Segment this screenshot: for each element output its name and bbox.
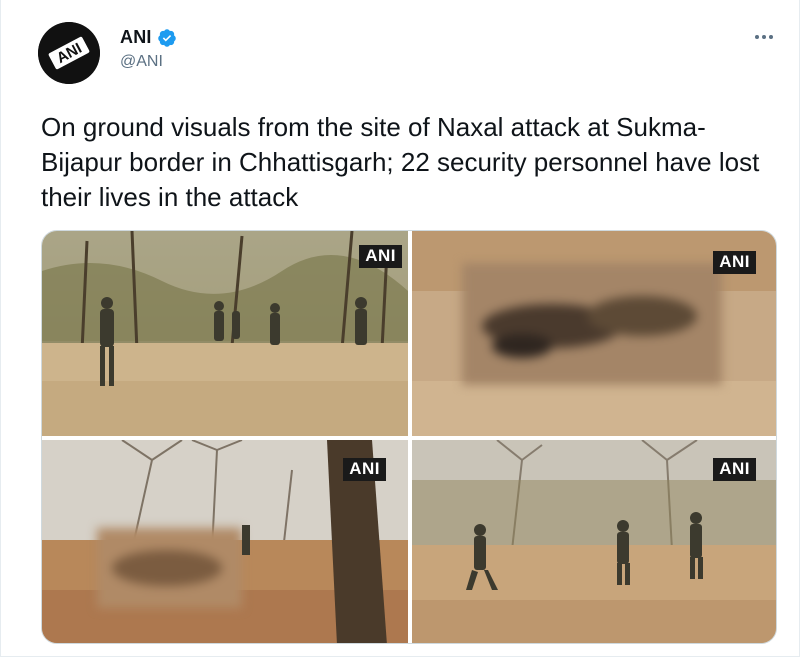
verified-badge-icon [157, 28, 177, 48]
forest-patrol-image [42, 231, 408, 436]
ani-watermark: ANI [713, 251, 756, 274]
media-grid: ANI ANI ANI ANI [41, 230, 777, 644]
ani-watermark: ANI [343, 458, 386, 481]
tweet-text: On ground visuals from the site of Naxal… [41, 112, 760, 212]
ani-logo-icon: ANI [38, 22, 100, 84]
photo-3[interactable]: ANI [42, 440, 408, 643]
tweet-card: ANI ANI @ANI On ground visuals from the … [0, 0, 800, 657]
avatar[interactable]: ANI [38, 22, 100, 84]
ani-watermark: ANI [713, 458, 756, 481]
photo-1[interactable]: ANI [42, 231, 408, 436]
ani-watermark: ANI [359, 245, 402, 268]
photo-4[interactable]: ANI [412, 440, 776, 643]
author-name-row: ANI [120, 27, 177, 48]
handle[interactable]: @ANI [120, 53, 163, 71]
display-name[interactable]: ANI [120, 27, 152, 48]
more-options-icon[interactable] [751, 24, 777, 50]
photo-2[interactable]: ANI [412, 231, 776, 436]
